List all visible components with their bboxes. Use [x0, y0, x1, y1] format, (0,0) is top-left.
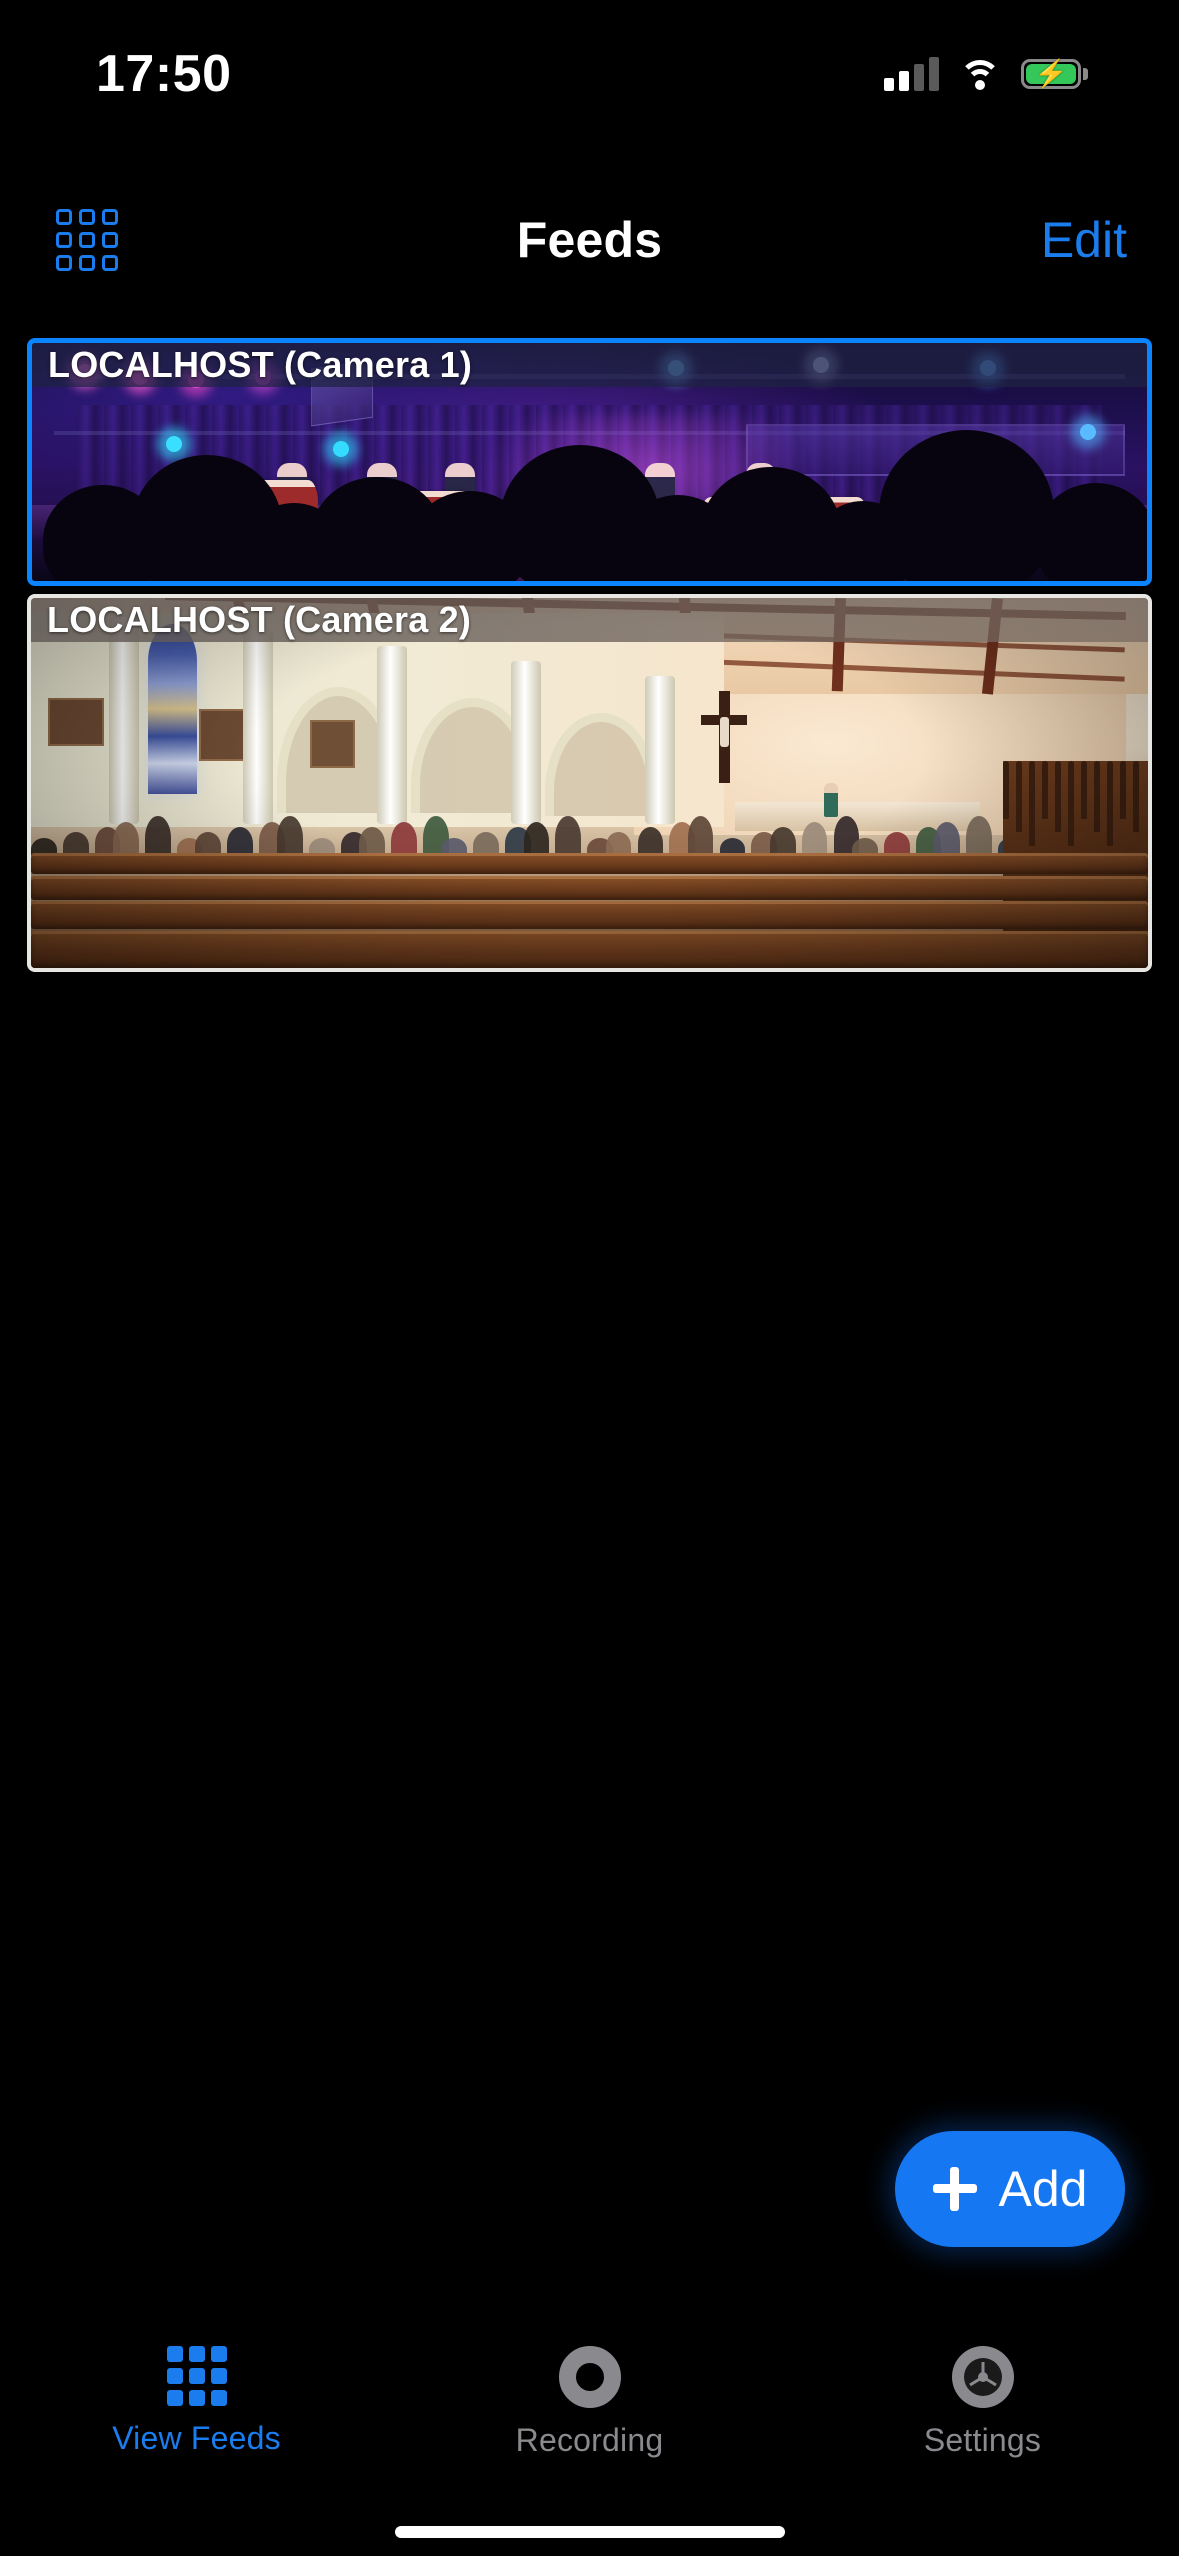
- page-title: Feeds: [516, 212, 663, 268]
- add-button-label: Add: [998, 2161, 1088, 2217]
- feed-card-camera-2[interactable]: LOCALHOST (Camera 2): [27, 594, 1152, 972]
- video-stream-camera-2: [31, 598, 1148, 968]
- gear-icon: [951, 2346, 1014, 2408]
- home-indicator: [394, 2526, 785, 2538]
- tab-view-feeds[interactable]: View Feeds: [0, 2346, 393, 2457]
- battery-charging-icon: ⚡: [1021, 59, 1088, 89]
- tab-recording[interactable]: Recording: [393, 2346, 786, 2459]
- tab-settings[interactable]: Settings: [786, 2346, 1179, 2459]
- edit-button[interactable]: Edit: [1041, 211, 1127, 269]
- record-circle-icon: [558, 2346, 621, 2408]
- status-indicators: ⚡: [884, 57, 1088, 91]
- feed-label: LOCALHOST (Camera 2): [31, 598, 1148, 642]
- status-time: 17:50: [96, 45, 232, 103]
- tab-label: Recording: [515, 2422, 664, 2458]
- tab-label: Settings: [923, 2422, 1042, 2458]
- feed-label: LOCALHOST (Camera 1): [32, 343, 1147, 387]
- wifi-icon: [959, 58, 1001, 90]
- grid-layout-icon: [166, 2346, 227, 2406]
- feed-card-camera-1[interactable]: LOCALHOST (Camera 1): [27, 338, 1152, 586]
- plus-icon: [932, 2167, 977, 2211]
- status-bar: 17:50 ⚡: [0, 0, 1179, 130]
- tab-bar: View Feeds Recording Settings: [0, 2320, 1179, 2556]
- add-feed-button[interactable]: Add: [895, 2131, 1125, 2247]
- navigation-bar: Feeds Edit: [0, 180, 1179, 300]
- cellular-signal-icon: [884, 57, 939, 91]
- tab-label: View Feeds: [112, 2420, 281, 2456]
- app-screen: 17:50 ⚡ Feeds Edit LOCALHOST (Camera 1) …: [0, 0, 1179, 2556]
